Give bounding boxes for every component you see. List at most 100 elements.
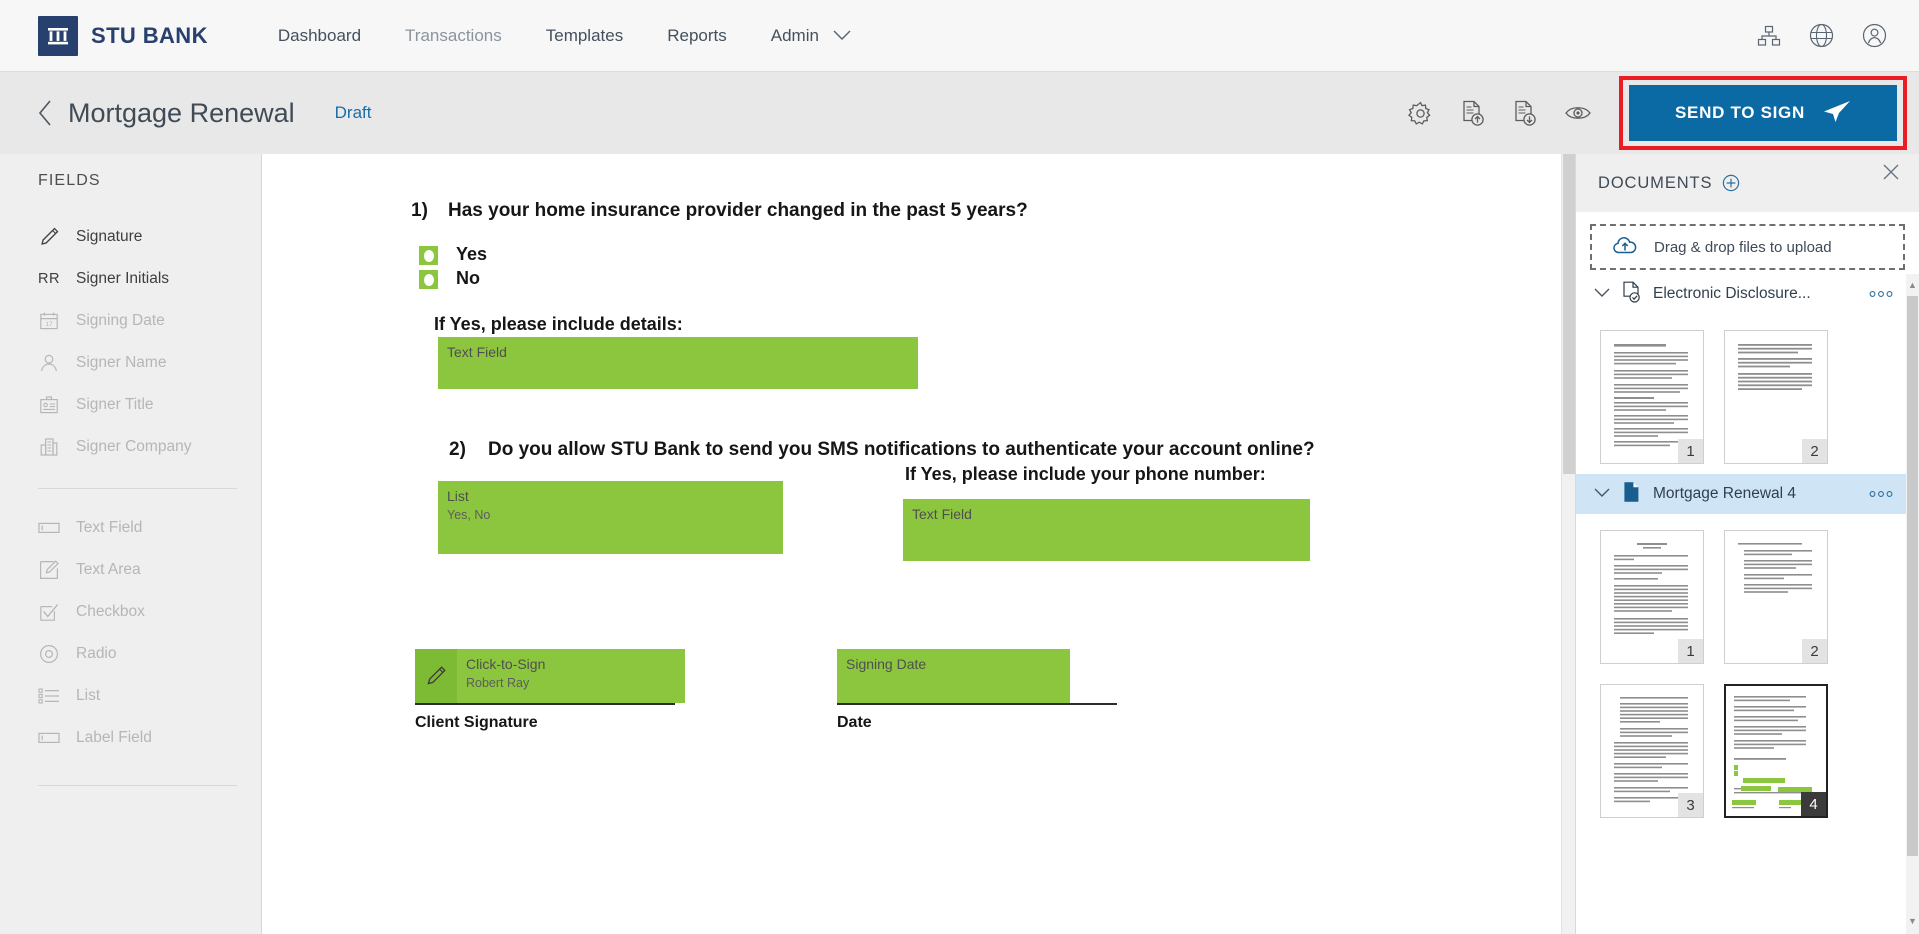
field-placeholder-label: Click-to-Sign: [466, 656, 546, 672]
more-dots-icon[interactable]: [1869, 290, 1893, 298]
text-field-phone[interactable]: Text Field: [903, 499, 1310, 561]
user-avatar-icon[interactable]: [1862, 23, 1887, 48]
text-field-details[interactable]: Text Field: [438, 337, 918, 389]
sitemap-icon[interactable]: [1757, 25, 1781, 47]
signature-field-body: Click-to-Sign Robert Ray: [457, 649, 685, 703]
field-item-checkbox[interactable]: Checkbox: [0, 591, 261, 633]
field-item-list[interactable]: List: [0, 675, 261, 717]
question-2-text: Do you allow STU Bank to send you SMS no…: [488, 439, 1315, 460]
field-label: Signer Initials: [76, 270, 170, 287]
fields-heading: FIELDS: [38, 172, 101, 189]
page-thumbnail[interactable]: 2: [1724, 530, 1828, 664]
list-field-sms[interactable]: List Yes, No: [438, 481, 783, 554]
nav-admin[interactable]: Admin: [749, 26, 873, 46]
signing-date-field[interactable]: Signing Date: [837, 649, 1070, 703]
documents-scroll-thumb[interactable]: [1907, 296, 1918, 856]
page-thumbnail[interactable]: 1: [1600, 530, 1704, 664]
question-2-number: 2): [449, 439, 466, 460]
label-field-icon: [38, 731, 60, 745]
page-thumbnail[interactable]: 2: [1724, 330, 1828, 464]
field-item-signer-title[interactable]: Signer Title: [0, 384, 261, 426]
chevron-down-icon: [833, 26, 851, 46]
option-yes-label: Yes: [456, 244, 488, 264]
page-thumbnail-selected[interactable]: 4: [1724, 684, 1828, 818]
close-icon[interactable]: [1881, 162, 1901, 182]
building-icon: [38, 437, 60, 457]
radio-field-no[interactable]: [419, 270, 438, 289]
signature-field-client[interactable]: Click-to-Sign Robert Ray: [415, 649, 685, 703]
scroll-up-arrow-icon[interactable]: ▲: [1907, 276, 1918, 294]
question-1-text: Has your home insurance provider changed…: [448, 200, 1028, 221]
file-dropzone[interactable]: Drag & drop files to upload: [1590, 224, 1905, 270]
document-subheader: Mortgage Renewal Draft SEND TO SIGN: [0, 72, 1919, 154]
field-label: Signer Title: [76, 396, 154, 413]
document-download-icon[interactable]: [1512, 100, 1537, 127]
field-item-signer-company[interactable]: Signer Company: [0, 426, 261, 468]
nav-templates[interactable]: Templates: [524, 26, 645, 46]
document-row-electronic-disclosure[interactable]: Electronic Disclosure...: [1576, 274, 1919, 314]
field-label: Text Field: [76, 519, 143, 536]
field-item-signature[interactable]: Signature: [0, 216, 261, 258]
option-no-label: No: [456, 268, 480, 288]
field-item-text-area[interactable]: Text Area: [0, 549, 261, 591]
nav-dashboard[interactable]: Dashboard: [256, 26, 383, 46]
document-canvas[interactable]: 1) Has your home insurance provider chan…: [262, 154, 1575, 934]
field-label: Text Area: [76, 561, 141, 578]
more-dots-icon[interactable]: [1869, 490, 1893, 498]
page-thumbnail[interactable]: 3: [1600, 684, 1704, 818]
documents-scrollbar[interactable]: ▲ ▼: [1906, 274, 1919, 934]
field-label: Signer Name: [76, 354, 167, 371]
field-item-label-field[interactable]: Label Field: [0, 717, 261, 759]
document-upload-icon[interactable]: [1460, 100, 1485, 127]
signature-underline: [415, 703, 675, 705]
page-number: 1: [1678, 639, 1703, 663]
primary-nav: Dashboard Transactions Templates Reports…: [256, 26, 873, 46]
globe-icon[interactable]: [1809, 23, 1834, 48]
document-row-mortgage-renewal-4[interactable]: Mortgage Renewal 4: [1576, 474, 1919, 514]
status-badge[interactable]: Draft: [335, 103, 372, 123]
eye-icon[interactable]: [1564, 103, 1592, 123]
page-number: 2: [1802, 439, 1827, 463]
calendar-icon: 17: [38, 311, 60, 331]
prompt-details: If Yes, please include details:: [434, 314, 683, 334]
nav-reports[interactable]: Reports: [645, 26, 749, 46]
field-item-signer-name[interactable]: Signer Name: [0, 342, 261, 384]
brand-name: STU BANK: [91, 22, 208, 48]
field-label: Checkbox: [76, 603, 145, 620]
plus-circle-icon[interactable]: [1722, 174, 1740, 192]
field-item-text-field[interactable]: Text Field: [0, 507, 261, 549]
field-placeholder-label: Text Field: [912, 506, 972, 522]
page-number: 1: [1678, 439, 1703, 463]
field-label: Signer Company: [76, 438, 192, 455]
brand-logo[interactable]: STU BANK: [38, 15, 208, 56]
field-label: Signature: [76, 228, 143, 245]
field-options-preview: Yes, No: [447, 507, 491, 522]
nav-transactions[interactable]: Transactions: [383, 26, 524, 46]
radio-field-yes[interactable]: [419, 246, 438, 265]
canvas-scroll-thumb[interactable]: [1563, 154, 1575, 474]
send-to-sign-button[interactable]: SEND TO SIGN: [1629, 85, 1897, 141]
paper-plane-icon: [1823, 99, 1851, 128]
page-title: Mortgage Renewal: [68, 97, 295, 128]
document-name: Mortgage Renewal 4: [1653, 485, 1797, 502]
top-nav-actions: [1757, 23, 1887, 48]
date-caption: Date: [837, 714, 872, 731]
canvas-vertical-scrollbar[interactable]: [1561, 154, 1575, 934]
scroll-down-arrow-icon[interactable]: ▼: [1907, 912, 1918, 930]
chevron-left-icon[interactable]: [38, 100, 52, 126]
app-root: STU BANK Dashboard Transactions Template…: [0, 0, 1919, 934]
chevron-down-icon[interactable]: [1594, 285, 1610, 303]
documents-panel-header: DOCUMENTS: [1576, 154, 1919, 212]
page-thumbnail[interactable]: 1: [1600, 330, 1704, 464]
document-check-icon: [1622, 281, 1641, 308]
chevron-down-icon[interactable]: [1594, 485, 1610, 503]
gear-icon[interactable]: [1408, 101, 1433, 126]
nav-admin-label: Admin: [770, 25, 819, 45]
date-underline: [837, 703, 1117, 705]
document-filled-icon: [1622, 481, 1641, 508]
field-item-radio[interactable]: Radio: [0, 633, 261, 675]
field-item-signer-initials[interactable]: RR Signer Initials: [0, 258, 261, 300]
thumbnails-electronic-disclosure: 1 2: [1576, 314, 1919, 474]
page-number: 3: [1678, 793, 1703, 817]
field-item-signing-date[interactable]: 17 Signing Date: [0, 300, 261, 342]
